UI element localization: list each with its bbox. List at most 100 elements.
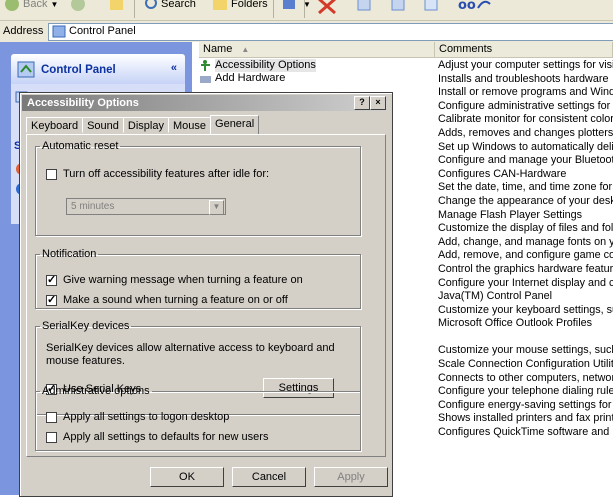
comment-cell: Control the graphics hardware features: [438, 262, 613, 275]
comment-cell: Set up Windows to automatically delive: [438, 140, 613, 153]
undo-icon: oo: [458, 0, 491, 12]
list-item[interactable]: Accessibility Options: [199, 59, 429, 72]
accessibility-icon: [201, 60, 210, 71]
comment-cell: Connects to other computers, networks: [438, 371, 613, 384]
comment-cell: Customize your mouse settings, such a: [438, 344, 613, 357]
comment-cell: Configure and manage your Bluetooth d: [438, 154, 613, 167]
list-item[interactable]: Add Hardware: [199, 72, 429, 85]
chevron-down-icon: ▼: [50, 0, 59, 9]
address-bar: Address Control Panel: [0, 21, 613, 43]
column-header-comments[interactable]: Comments: [435, 42, 613, 58]
logon-desktop-checkbox[interactable]: Apply all settings to logon desktop: [46, 411, 229, 423]
search-button[interactable]: Search: [142, 0, 196, 12]
new-users-defaults-checkbox[interactable]: Apply all settings to defaults for new u…: [46, 431, 268, 443]
comment-cell: Configures QuickTime software and har: [438, 426, 613, 439]
undo-button[interactable]: oo: [458, 0, 492, 12]
close-button[interactable]: ×: [370, 96, 386, 110]
comment-cell: Customize your keyboard settings, such: [438, 303, 613, 316]
tab-general[interactable]: General: [210, 115, 260, 134]
comment-cell: Microsoft Office Outlook Profiles: [438, 317, 593, 330]
address-label: Address: [3, 25, 44, 37]
copy-to-button[interactable]: [356, 0, 372, 12]
comment-cell: Configure energy-saving settings for yo: [438, 398, 613, 411]
chevron-down-icon[interactable]: ▼: [209, 200, 224, 215]
checkbox-box[interactable]: ✓: [46, 294, 57, 306]
checkbox-box[interactable]: [46, 431, 57, 443]
checkbox-box[interactable]: ✓: [46, 274, 57, 286]
comment-cell: Configure your telephone dialing rules a: [438, 385, 613, 398]
tab-mouse[interactable]: Mouse: [167, 117, 212, 133]
comment-cell: Add, remove, and configure game cont: [438, 249, 613, 262]
delete-x-icon: [318, 0, 336, 14]
comment-cell: Manage Flash Player Settings: [438, 208, 583, 221]
views-icon: [283, 0, 295, 9]
checkbox-box[interactable]: [46, 411, 57, 423]
comment-cell: Install or remove programs and Windows: [438, 86, 613, 99]
item-name-list: Accessibility Options Add Hardware: [199, 59, 429, 85]
up-folder-icon: [110, 0, 123, 10]
address-value: Control Panel: [69, 25, 136, 37]
comment-cell: Set the date, time, and time zone for y: [438, 181, 613, 194]
move-to-button[interactable]: [390, 0, 406, 12]
cancel-button[interactable]: Cancel: [232, 467, 306, 487]
tab-sound[interactable]: Sound: [82, 117, 124, 133]
comment-cell: Adjust your computer settings for vision: [438, 59, 613, 71]
ok-button[interactable]: OK: [150, 467, 224, 487]
comment-cell: Calibrate monitor for consistent color, …: [438, 113, 613, 126]
comment-cell: Scale Connection Configuration Utility: [438, 358, 613, 371]
standard-toolbar: Back ▼ Search Folders ▼ oo: [0, 0, 613, 21]
move-to-icon: [391, 0, 405, 11]
comment-cell: Change the appearance of your deskto: [438, 194, 613, 207]
folders-button[interactable]: Folders: [212, 0, 268, 12]
warning-message-checkbox[interactable]: ✓ Give warning message when turning a fe…: [46, 274, 303, 286]
comment-cell: Configures CAN-Hardware: [438, 167, 567, 180]
back-button[interactable]: Back ▼: [4, 0, 58, 12]
notification-group: Notification ✓ Give warning message when…: [35, 248, 361, 309]
sort-ascending-icon: ▲: [241, 45, 250, 54]
automatic-reset-group: Automatic reset Turn off accessibility f…: [35, 140, 361, 236]
tab-display[interactable]: Display: [122, 117, 169, 133]
control-panel-icon: [52, 25, 66, 38]
back-arrow-icon: [5, 0, 19, 11]
checkbox-box[interactable]: [46, 168, 57, 180]
svg-text:oo: oo: [458, 0, 476, 12]
search-icon: [145, 0, 157, 9]
control-panel-icon: [17, 61, 35, 78]
sound-checkbox[interactable]: ✓ Make a sound when turning a feature on…: [46, 294, 288, 306]
tab-keyboard[interactable]: Keyboard: [26, 117, 84, 133]
copy-to-icon: [357, 0, 371, 11]
serialkey-description: SerialKey devices allow alternative acce…: [46, 342, 335, 367]
comment-cell: Shows installed printers and fax printer: [438, 412, 613, 425]
collapse-chevron-icon[interactable]: «: [171, 62, 177, 74]
tab-strip: Keyboard Sound Display Mouse General: [26, 115, 260, 135]
up-folder-button[interactable]: [108, 0, 124, 12]
administrative-options-group: Administrative options Apply all setting…: [35, 385, 361, 451]
comment-cell: Adds, removes and changes plotters pr: [438, 126, 613, 139]
comment-cell: Add, change, and manage fonts on you: [438, 235, 613, 248]
folder-icon: [213, 0, 227, 10]
properties-icon: [424, 0, 438, 11]
views-button[interactable]: ▼: [282, 0, 311, 12]
column-header-name[interactable]: Name ▲: [199, 42, 435, 58]
comment-cell: Customize the display of files and folde: [438, 222, 613, 235]
comment-cell: Java(TM) Control Panel: [438, 290, 553, 303]
comment-cell: [438, 331, 613, 345]
help-button[interactable]: ?: [354, 96, 370, 110]
auto-reset-checkbox[interactable]: Turn off accessibility features after id…: [46, 168, 269, 180]
comment-cell: Configure your Internet display and con: [438, 276, 613, 289]
dialog-title-bar[interactable]: Accessibility Options ? ×: [22, 95, 388, 111]
comment-cell: Configure administrative settings for yo: [438, 99, 613, 112]
delete-button[interactable]: [316, 0, 338, 14]
idle-time-dropdown[interactable]: 5 minutes ▼: [66, 198, 226, 215]
general-tab-panel: Automatic reset Turn off accessibility f…: [26, 134, 386, 457]
comment-cell: Installs and troubleshoots hardware: [438, 72, 609, 85]
comments-column: Adjust your computer settings for vision…: [438, 59, 613, 440]
forward-button[interactable]: [70, 0, 86, 12]
apply-button[interactable]: Apply: [314, 467, 388, 487]
accessibility-options-dialog: Accessibility Options ? × Keyboard Sound…: [19, 92, 393, 497]
properties-button[interactable]: [423, 0, 439, 12]
forward-arrow-icon: [71, 0, 85, 11]
control-panel-section-header[interactable]: Control Panel «: [11, 54, 185, 84]
address-field[interactable]: Control Panel: [48, 23, 613, 41]
hardware-icon: [200, 76, 211, 83]
